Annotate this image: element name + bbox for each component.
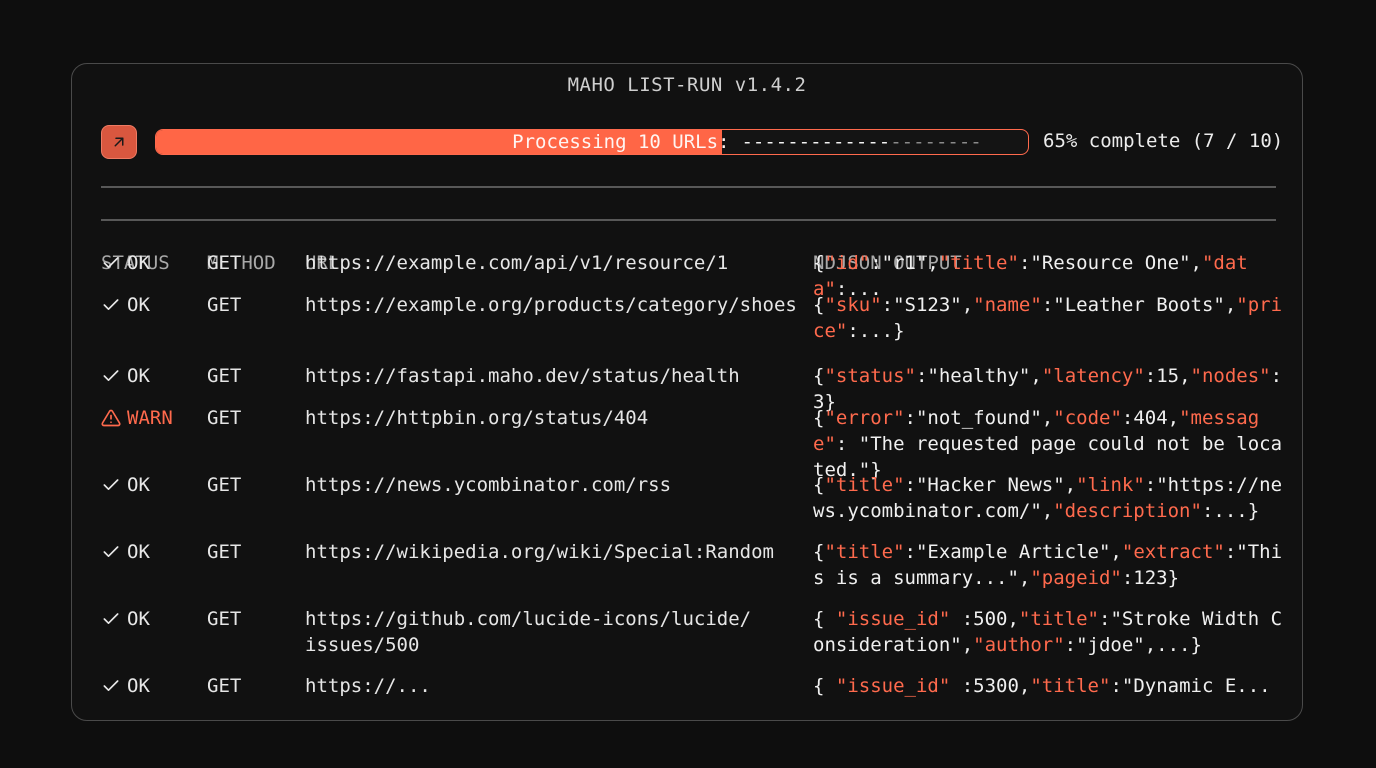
url-cell: https://github.com/lucide-icons/lucide/ … <box>305 608 752 656</box>
progress-bar: Processing 10 URLs: ------------- ------… <box>155 129 1029 155</box>
divider-top <box>101 186 1276 188</box>
status-text: OK <box>127 541 150 563</box>
progress-text: Processing 10 URLs: ------------- ------… <box>512 130 982 154</box>
method-cell: GET <box>207 608 242 630</box>
progress-percent: 65% complete (7 / 10) <box>1043 130 1284 152</box>
url-cell: https://news.ycombinator.com/rss <box>305 474 672 496</box>
table-row[interactable]: OK GET https://wikipedia.org/wiki/Special:… <box>101 539 1301 606</box>
check-icon <box>103 257 119 268</box>
table-row[interactable]: OK GET https://github.com/lucide-icons/luc… <box>101 606 1301 673</box>
output-cell: {"title":"Example Article","extract":"Th… <box>813 541 1283 589</box>
arrow-up-right-icon <box>114 137 124 147</box>
alert-triangle-icon <box>101 409 121 427</box>
check-icon <box>103 479 119 490</box>
method-cell: GET <box>207 365 242 387</box>
method-cell: GET <box>207 675 242 697</box>
check-icon <box>103 299 119 310</box>
status-cell: OK <box>101 606 201 632</box>
output-cell: {"title":"Hacker News","link":"https://n… <box>813 474 1283 522</box>
progress-dashes-done: ------------- <box>741 131 891 153</box>
progress-label: Processing 10 URLs: <box>512 131 730 153</box>
status-text: OK <box>127 294 150 316</box>
status-text: WARN <box>127 407 173 429</box>
progress-dashes-left: -------- <box>890 131 982 153</box>
method-cell: GET <box>207 407 242 429</box>
status-cell: OK <box>101 539 201 565</box>
main-panel: MAHO LIST-RUN v1.4.2 Processing 10 URLs:… <box>71 63 1303 721</box>
url-cell: https://wikipedia.org/wiki/Special:Rando… <box>305 541 774 563</box>
table-row[interactable]: OK GET https://example.com/api/v1/resource… <box>101 250 1301 300</box>
status-text: OK <box>127 474 150 496</box>
status-text: OK <box>127 365 150 387</box>
check-icon <box>103 613 119 624</box>
url-cell: https://httpbin.org/status/404 <box>305 407 649 429</box>
table-row[interactable]: OK GET https://example.org/products/catego… <box>101 292 1301 363</box>
status-cell: OK <box>101 250 201 276</box>
url-cell: https://example.com/api/v1/resource/1 <box>305 252 729 274</box>
output-cell: { "issue_id" :500,"title":"Stroke Width … <box>813 608 1283 656</box>
app-title: MAHO LIST-RUN v1.4.2 <box>567 74 807 96</box>
divider-bottom <box>101 219 1276 221</box>
status-text: OK <box>127 252 150 274</box>
method-cell: GET <box>207 252 242 274</box>
status-cell: OK <box>101 363 201 389</box>
output-cell: {"sku":"S123","name":"Leather Boots","pr… <box>813 294 1283 342</box>
status-cell: OK <box>101 673 201 699</box>
url-cell: https://example.org/products/category/sh… <box>305 294 797 316</box>
url-cell: https://fastapi.maho.dev/status/health <box>305 365 740 387</box>
status-cell: WARN <box>101 405 201 431</box>
url-cell: https://... <box>305 675 431 697</box>
output-cell: { "issue_id" :5300,"title":"Dynamic E... <box>813 675 1271 697</box>
table-row[interactable]: OK GET https://... { "issue_id" :5300,"titl… <box>101 673 1301 720</box>
method-cell: GET <box>207 474 242 496</box>
expand-button[interactable] <box>101 125 137 159</box>
status-text: OK <box>127 675 150 697</box>
status-cell: OK <box>101 472 201 498</box>
check-icon <box>103 546 119 557</box>
results-table: STATUS METHOD URL NDJSON OUTPUT OK GET htt… <box>101 250 1301 697</box>
status-text: OK <box>127 608 150 630</box>
status-cell: OK <box>101 292 201 318</box>
table-row[interactable]: OK GET https://fastapi.maho.dev/status/hea… <box>101 363 1301 413</box>
check-icon <box>103 370 119 381</box>
method-cell: GET <box>207 294 242 316</box>
table-row[interactable]: WARN GET https://httpbin.org/status/404 {"e… <box>101 405 1301 481</box>
table-row[interactable]: OK GET https://news.ycombinator.com/rss {"t… <box>101 472 1301 539</box>
check-icon <box>103 680 119 691</box>
method-cell: GET <box>207 541 242 563</box>
